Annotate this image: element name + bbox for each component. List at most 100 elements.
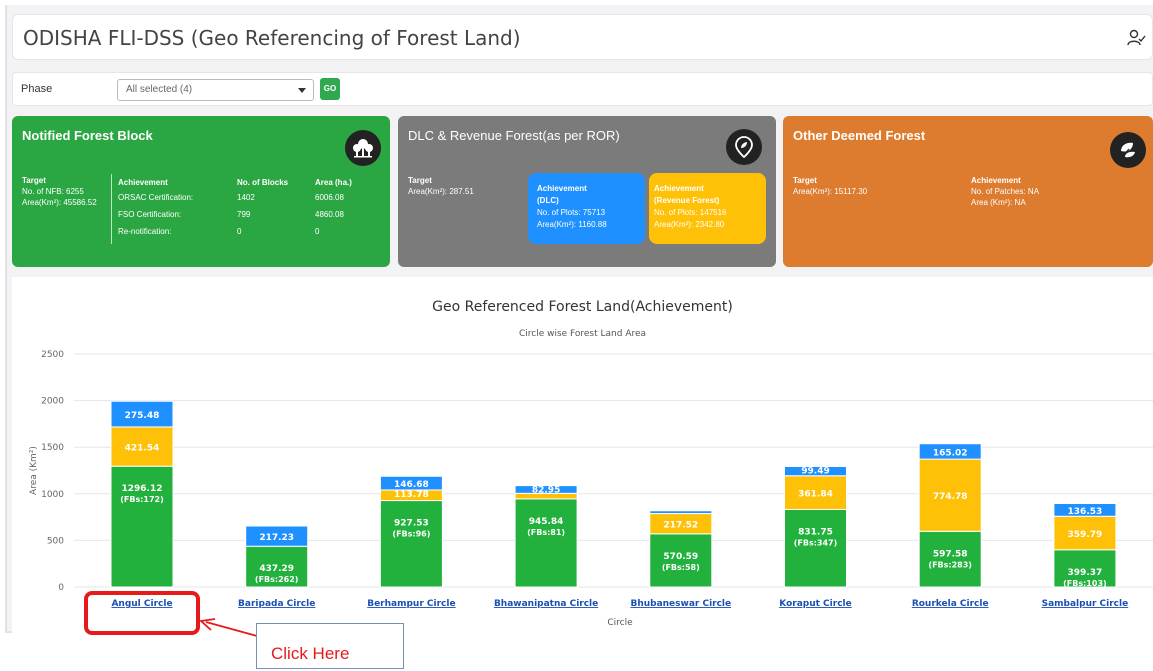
y-tick-label: 2500 bbox=[41, 350, 64, 360]
data-label: 136.53 bbox=[1068, 507, 1103, 517]
nfb-achievement-heading: Achievement bbox=[118, 178, 168, 187]
dlc-plots: No. of Plots: 75713 bbox=[537, 208, 606, 217]
circle-link[interactable]: Sambalpur Circle bbox=[1042, 599, 1129, 609]
dlc-area: Area(Km²): 1160.88 bbox=[537, 220, 607, 229]
app-root: ODISHA FLI-DSS (Geo Referencing of Fores… bbox=[0, 0, 1153, 671]
deemed-card-title: Other Deemed Forest bbox=[793, 128, 926, 143]
deemed-achievement-heading: Achievement bbox=[971, 176, 1021, 185]
dlc-card: DLC & Revenue Forest(as per ROR) Target … bbox=[398, 116, 776, 267]
data-label: 421.54 bbox=[125, 444, 160, 454]
data-label: 399.37 bbox=[1068, 568, 1103, 578]
bar-segment bbox=[649, 510, 713, 515]
data-label: 597.58 bbox=[933, 549, 968, 559]
deemed-target-area: Area(Km²): 15117.30 bbox=[793, 187, 868, 196]
stacked-bar-chart: 0 500 1000 1500 2000 2500 Area (Km²) Circle 1296… bbox=[29, 350, 1153, 628]
data-label: 359.79 bbox=[1068, 530, 1103, 540]
nfb-row-area: 4860.08 bbox=[315, 210, 344, 219]
data-label: 217.52 bbox=[663, 521, 698, 531]
nfb-row-label: FSO Certification: bbox=[118, 210, 182, 219]
nfb-blocks-heading: No. of Blocks bbox=[237, 178, 289, 187]
deemed-card: Other Deemed Forest Target Area(Km²): 15… bbox=[783, 116, 1153, 267]
phase-select[interactable]: All selected (4) bbox=[117, 79, 314, 101]
data-label: 165.02 bbox=[933, 448, 968, 458]
chart-panel: Geo Referenced Forest Land(Achievement) … bbox=[12, 277, 1153, 633]
data-label: 831.75 bbox=[798, 527, 833, 537]
data-label: 570.59 bbox=[663, 552, 698, 562]
nfb-target-count: No. of NFB: 6255 bbox=[22, 187, 84, 196]
data-sublabel: (FBs:283) bbox=[928, 560, 972, 569]
revenue-achievement-subheading: (Revenue Forest) bbox=[654, 196, 720, 205]
data-label: 217.23 bbox=[259, 533, 294, 543]
deemed-target-heading: Target bbox=[793, 176, 817, 185]
data-sublabel: (FBs:172) bbox=[120, 495, 164, 504]
filter-bar: Phase All selected (4) GO bbox=[12, 72, 1153, 106]
data-sublabel: (FBs:262) bbox=[255, 575, 299, 584]
data-sublabel: (FBs:103) bbox=[1063, 579, 1107, 588]
data-label: 361.84 bbox=[798, 490, 833, 500]
forest-icon bbox=[345, 130, 381, 166]
data-label: 774.78 bbox=[933, 492, 968, 502]
phase-select-value: All selected (4) bbox=[126, 84, 193, 95]
nfb-divider bbox=[111, 174, 112, 244]
revenue-area: Area(Km²): 2342.80 bbox=[654, 220, 725, 229]
circle-link[interactable]: Bhawanipatna Circle bbox=[494, 599, 598, 609]
leaf-icon bbox=[1110, 132, 1146, 168]
data-sublabel: (FBs:81) bbox=[527, 528, 565, 537]
data-sublabel: (FBs:347) bbox=[794, 538, 838, 547]
nfb-row-area: 6006.08 bbox=[315, 193, 344, 202]
y-tick-label: 2000 bbox=[41, 397, 64, 407]
circle-link[interactable]: Koraput Circle bbox=[779, 599, 851, 609]
nfb-target-area: Area(Km²): 45586.52 bbox=[22, 198, 97, 207]
bar-segment bbox=[784, 508, 847, 588]
data-label: 99.49 bbox=[801, 466, 829, 476]
y-tick-label: 1000 bbox=[41, 490, 64, 500]
revenue-achievement-box: Achievement (Revenue Forest) No. of Plot… bbox=[649, 173, 766, 244]
data-label: 146.68 bbox=[394, 480, 429, 490]
callout-text: Click Here bbox=[271, 644, 350, 663]
nfb-card-title: Notified Forest Block bbox=[22, 128, 153, 143]
deemed-patches: No. of Patches: NA bbox=[971, 187, 1040, 196]
nfb-row-area: 0 bbox=[315, 227, 320, 236]
circle-link[interactable]: Bhubaneswar Circle bbox=[630, 599, 731, 609]
nfb-row-label: ORSAC Certification: bbox=[118, 193, 194, 202]
nfb-area-heading: Area (ha.) bbox=[315, 178, 352, 187]
circle-link[interactable]: Baripada Circle bbox=[238, 599, 315, 609]
revenue-plots: No. of Plots: 147516 bbox=[654, 208, 727, 217]
go-button[interactable]: GO bbox=[320, 78, 340, 100]
nfb-target-heading: Target bbox=[22, 176, 46, 185]
bar-segment bbox=[514, 498, 578, 588]
nfb-card: Notified Forest Block Target No. of NFB:… bbox=[12, 116, 390, 267]
nfb-row-label: Re-notification: bbox=[118, 227, 172, 236]
nfb-row-blocks: 799 bbox=[237, 210, 251, 219]
bar-segment bbox=[379, 500, 443, 588]
x-axis-label: Circle bbox=[607, 618, 633, 628]
data-label: 945.84 bbox=[529, 517, 564, 527]
dlc-achievement-box: Achievement (DLC) No. of Plots: 75713 Ar… bbox=[528, 173, 645, 244]
y-axis-label: Area (Km²) bbox=[29, 446, 39, 495]
app-title: ODISHA FLI-DSS (Geo Referencing of Fores… bbox=[23, 26, 521, 50]
app-header: ODISHA FLI-DSS (Geo Referencing of Fores… bbox=[12, 14, 1153, 60]
chevron-down-icon bbox=[298, 88, 306, 93]
dlc-achievement-subheading: (DLC) bbox=[537, 196, 559, 205]
dlc-card-title: DLC & Revenue Forest(as per ROR) bbox=[408, 128, 620, 143]
callout-box: Click Here bbox=[256, 623, 404, 669]
circle-link[interactable]: Rourkela Circle bbox=[912, 599, 989, 609]
dlc-target-heading: Target bbox=[408, 176, 432, 185]
highlight-rectangle bbox=[84, 591, 200, 635]
data-label: 275.48 bbox=[125, 411, 160, 421]
y-tick-label: 1500 bbox=[41, 443, 64, 453]
data-label: 437.29 bbox=[259, 564, 294, 574]
nfb-row-blocks: 1402 bbox=[237, 193, 255, 202]
location-pin-icon bbox=[726, 129, 762, 165]
circle-link[interactable]: Berhampur Circle bbox=[367, 599, 455, 609]
nfb-row-blocks: 0 bbox=[237, 227, 242, 236]
data-label: 113.78 bbox=[394, 490, 429, 500]
dlc-achievement-heading: Achievement bbox=[537, 184, 587, 193]
data-label: 1296.12 bbox=[122, 484, 163, 494]
data-sublabel: (FBs:96) bbox=[392, 530, 430, 539]
phase-label: Phase bbox=[21, 83, 53, 95]
user-icon[interactable] bbox=[1126, 28, 1146, 48]
y-tick-label: 500 bbox=[47, 536, 64, 546]
y-tick-label: 0 bbox=[58, 583, 64, 593]
data-label: 82.95 bbox=[532, 486, 560, 496]
